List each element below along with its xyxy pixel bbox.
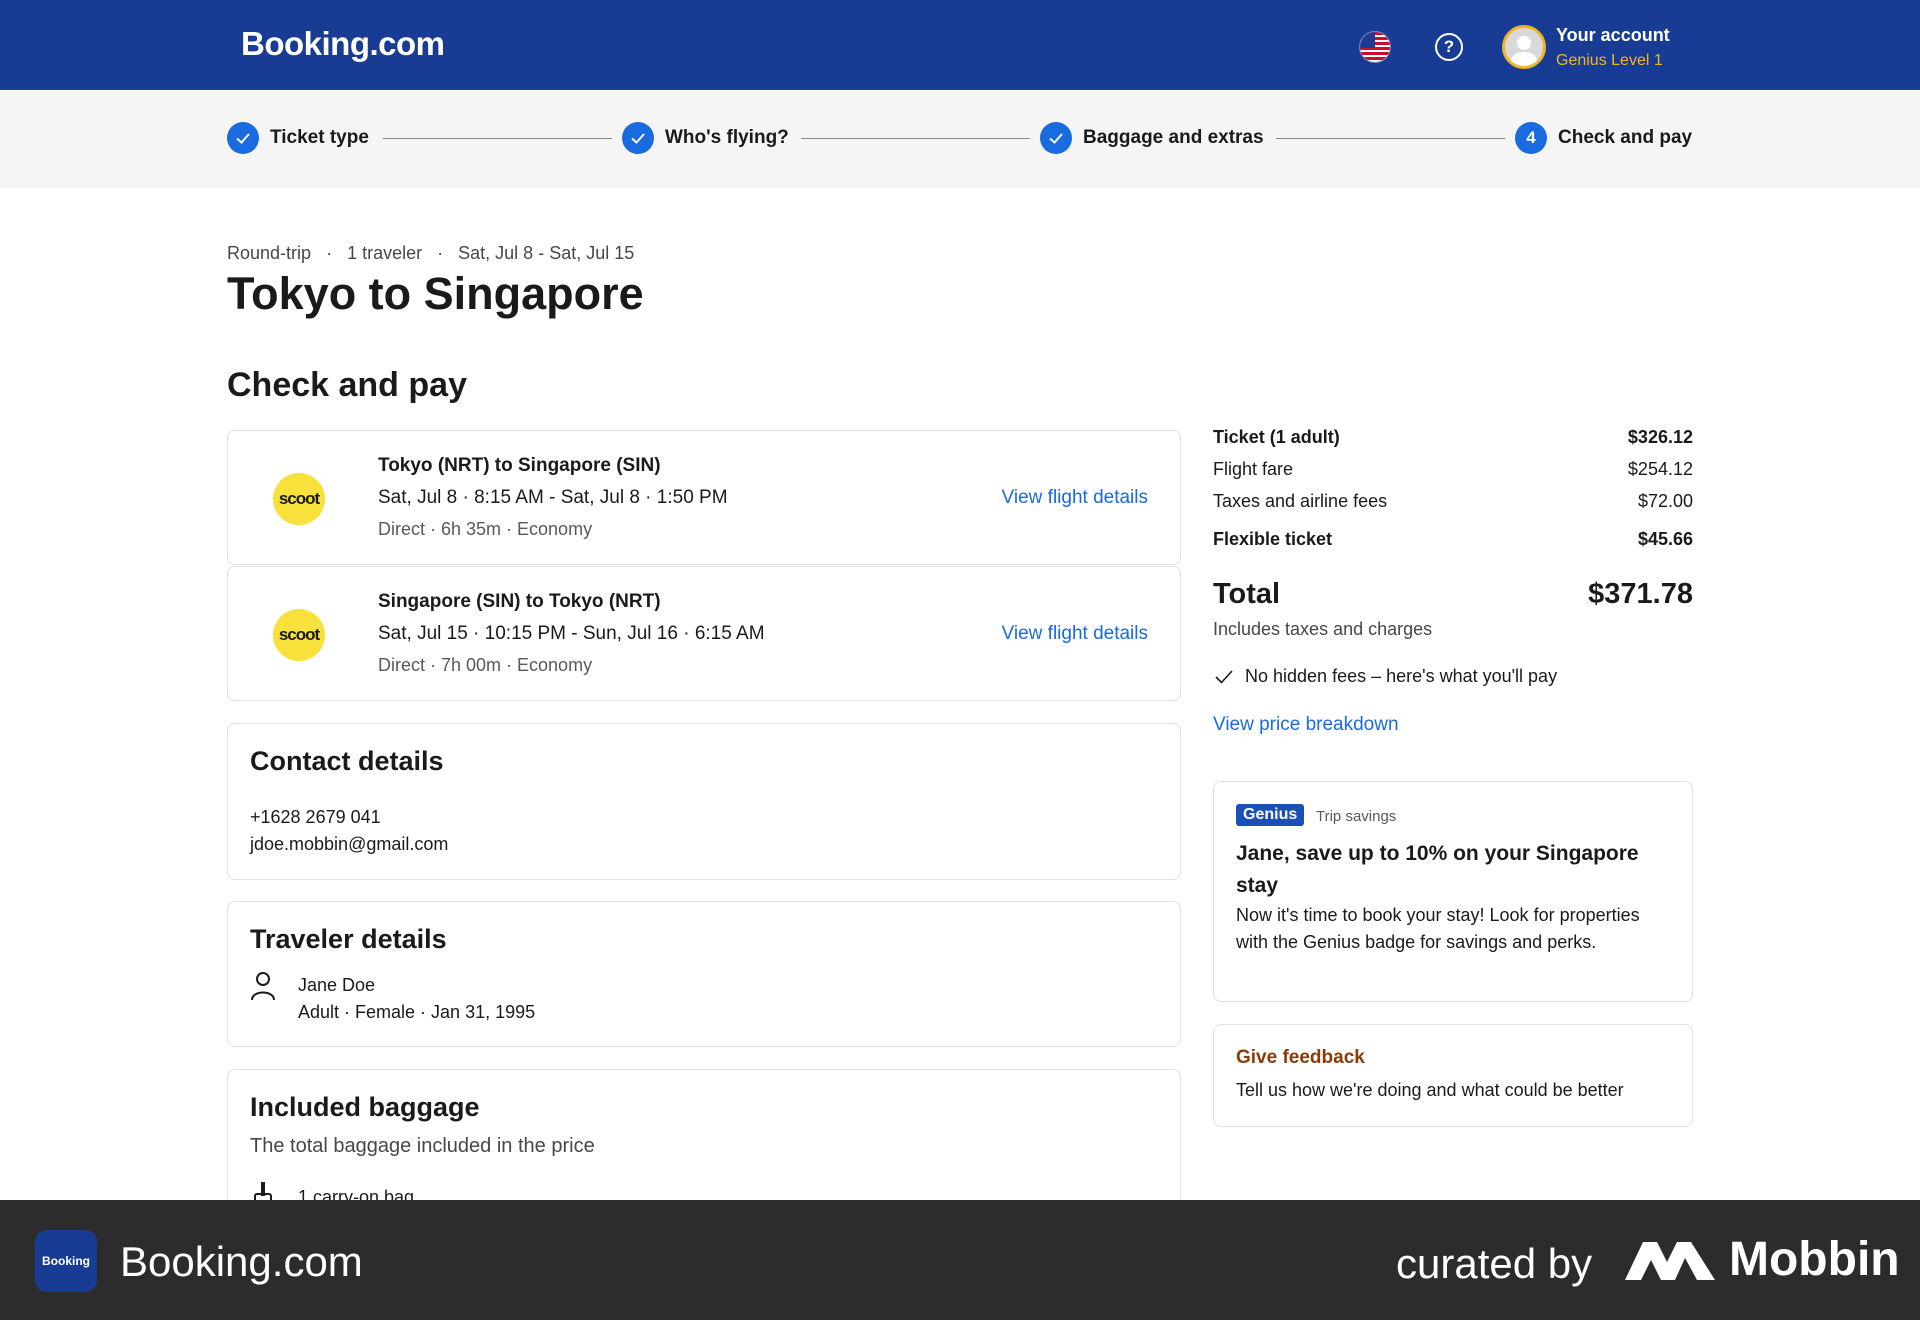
included-baggage-title: Included baggage bbox=[250, 1092, 480, 1122]
contact-phone: +1628 2679 041 bbox=[250, 807, 381, 827]
section-title: Check and pay bbox=[227, 366, 467, 404]
checkout-progress: Ticket type Who's flying? Baggage and ex… bbox=[0, 90, 1920, 188]
flight-info: Direct · 6h 35m · Economy bbox=[378, 519, 593, 539]
traveler-count: 1 traveler bbox=[347, 243, 423, 263]
baggage-subtitle: The total baggage included in the price bbox=[250, 1135, 595, 1157]
flight-route: Singapore (SIN) to Tokyo (NRT) bbox=[378, 591, 661, 612]
taxes-label: Taxes and airline fees bbox=[1213, 491, 1388, 511]
genius-level: Genius Level 1 bbox=[1556, 52, 1663, 69]
genius-savings-card[interactable]: Genius Trip savings Jane, save up to 10%… bbox=[1213, 781, 1693, 1002]
account-title[interactable]: Your account bbox=[1556, 25, 1670, 46]
step-4-number: 4 bbox=[1515, 122, 1547, 154]
trip-dates: Sat, Jul 8 - Sat, Jul 15 bbox=[458, 243, 635, 263]
flex-label: Flexible ticket bbox=[1213, 529, 1333, 549]
separator: · bbox=[437, 243, 444, 263]
step-connector bbox=[383, 138, 612, 139]
ticket-row: Ticket (1 adult) $326.12 bbox=[1213, 427, 1693, 448]
ticket-label: Ticket (1 adult) bbox=[1213, 427, 1340, 447]
step-whos-flying[interactable]: Who's flying? bbox=[665, 127, 789, 149]
checkmark-icon bbox=[1215, 670, 1233, 684]
flight-times: Sat, Jul 8 · 8:15 AM - Sat, Jul 8 · 1:50… bbox=[378, 487, 728, 508]
step-1-check-icon bbox=[227, 122, 259, 154]
traveler-details-title: Traveler details bbox=[250, 924, 447, 954]
contact-email: jdoe.mobbin@gmail.com bbox=[250, 834, 449, 854]
separator: · bbox=[326, 243, 333, 263]
genius-title: Jane, save up to 10% on your Singapore s… bbox=[1236, 842, 1639, 897]
step-3-check-icon bbox=[1040, 122, 1072, 154]
avatar-icon[interactable] bbox=[1502, 25, 1546, 69]
flexible-ticket-row: Flexible ticket $45.66 bbox=[1213, 529, 1693, 550]
flight-fare-row: Flight fare $254.12 bbox=[1213, 459, 1693, 480]
no-hidden-fees-text: No hidden fees – here's what you'll pay bbox=[1245, 666, 1558, 686]
traveler-name: Jane Doe bbox=[298, 975, 376, 995]
flight-card-outbound: scoot Tokyo (NRT) to Singapore (SIN) Sat… bbox=[227, 430, 1181, 565]
flight-route: Tokyo (NRT) to Singapore (SIN) bbox=[378, 455, 661, 476]
view-flight-details-link[interactable]: View flight details bbox=[1002, 623, 1148, 645]
flight-card-return: scoot Singapore (SIN) to Tokyo (NRT) Sat… bbox=[227, 566, 1181, 701]
flight-times: Sat, Jul 15 · 10:15 PM - Sun, Jul 16 · 6… bbox=[378, 623, 765, 644]
contact-details-title: Contact details bbox=[250, 746, 444, 776]
booking-app-icon: Booking bbox=[35, 1230, 97, 1292]
step-baggage-extras[interactable]: Baggage and extras bbox=[1083, 127, 1264, 149]
curated-by-text: curated by bbox=[1396, 1240, 1593, 1287]
step-2-check-icon bbox=[622, 122, 654, 154]
view-flight-details-link[interactable]: View flight details bbox=[1002, 487, 1148, 509]
page-title: Tokyo to Singapore bbox=[227, 268, 644, 319]
booking-logo[interactable]: Booking.com bbox=[241, 25, 445, 63]
step-connector bbox=[1276, 138, 1505, 139]
ticket-value: $326.12 bbox=[1627, 427, 1693, 447]
scoot-airline-logo: scoot bbox=[273, 473, 325, 525]
trip-type: Round-trip bbox=[227, 243, 312, 263]
feedback-card[interactable]: Give feedback Tell us how we're doing an… bbox=[1213, 1024, 1693, 1127]
top-navigation-bar: Booking.com ? Your account Genius Level … bbox=[0, 0, 1920, 90]
trip-savings-tag: Trip savings bbox=[1316, 808, 1397, 825]
feedback-body: Tell us how we're doing and what could b… bbox=[1236, 1080, 1624, 1100]
step-ticket-type[interactable]: Ticket type bbox=[270, 127, 369, 149]
traveler-details-card: Traveler details Jane Doe Adult · Female… bbox=[227, 901, 1181, 1047]
flight-info: Direct · 7h 00m · Economy bbox=[378, 655, 593, 675]
flex-value: $45.66 bbox=[1637, 529, 1693, 549]
total-label: Total bbox=[1213, 578, 1281, 610]
step-connector bbox=[801, 138, 1030, 139]
genius-badge: Genius bbox=[1236, 804, 1305, 826]
includes-taxes-note: Includes taxes and charges bbox=[1213, 619, 1433, 639]
app-name: Booking.com bbox=[120, 1238, 363, 1285]
contact-details-card: Contact details +1628 2679 041 jdoe.mobb… bbox=[227, 723, 1181, 880]
traveler-info: Adult · Female · Jan 31, 1995 bbox=[298, 1002, 536, 1022]
taxes-value: $72.00 bbox=[1637, 491, 1693, 511]
give-feedback-title[interactable]: Give feedback bbox=[1236, 1047, 1365, 1069]
fare-value: $254.12 bbox=[1627, 459, 1693, 479]
mobbin-footer: Booking Booking.com curated by Mobbin bbox=[0, 1200, 1920, 1320]
taxes-row: Taxes and airline fees $72.00 bbox=[1213, 491, 1693, 512]
help-icon[interactable]: ? bbox=[1435, 33, 1463, 61]
scoot-airline-logo: scoot bbox=[273, 609, 325, 661]
genius-body: Now it's time to book your stay! Look fo… bbox=[1236, 905, 1640, 952]
us-flag-icon[interactable] bbox=[1359, 31, 1391, 63]
person-icon bbox=[251, 972, 275, 1001]
fare-label: Flight fare bbox=[1213, 459, 1294, 479]
mobbin-logo-icon bbox=[1625, 1242, 1715, 1280]
total-value: $371.78 bbox=[1588, 578, 1693, 610]
step-check-pay: Check and pay bbox=[1558, 127, 1693, 148]
trip-meta: Round-trip · 1 traveler · Sat, Jul 8 - S… bbox=[227, 243, 644, 264]
mobbin-brand: Mobbin bbox=[1729, 1233, 1900, 1286]
view-price-breakdown-link[interactable]: View price breakdown bbox=[1213, 714, 1399, 736]
